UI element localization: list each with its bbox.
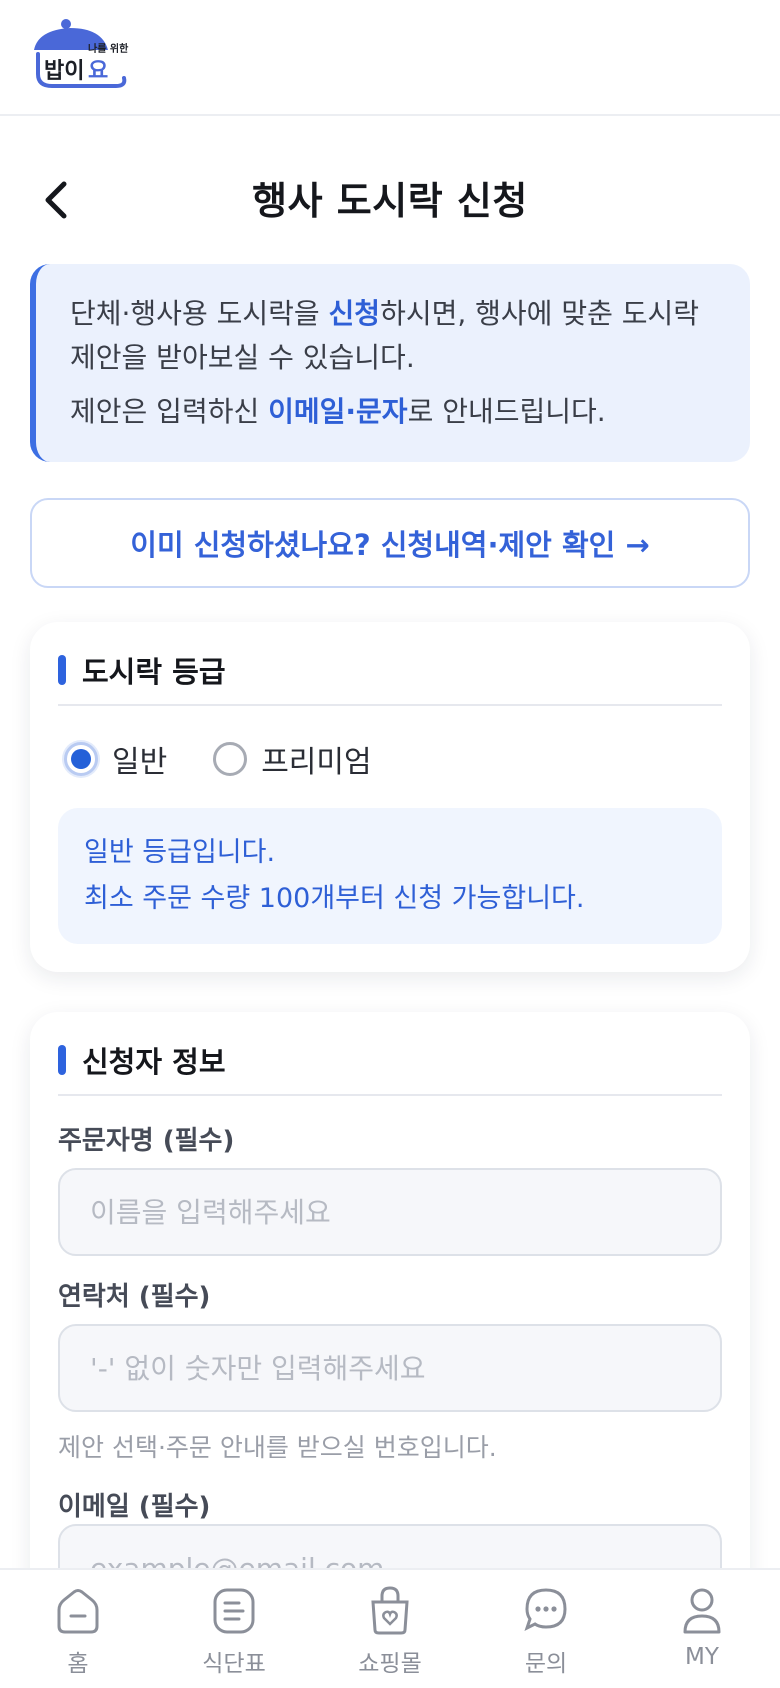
divider [58,704,722,706]
notice-text: 로 안내드립니다. [407,395,606,428]
name-input[interactable] [58,1168,722,1256]
nav-item-my[interactable]: MY [624,1570,780,1688]
name-field-label: 주문자명 (필수) [58,1126,235,1156]
divider [58,1094,722,1096]
nav-label-menu: 식단표 [202,1651,266,1677]
radio-checked-icon[interactable] [64,742,98,776]
brand-logo[interactable]: 나를 위한 밥이 요 [30,16,134,98]
nav-label-home: 홈 [67,1651,89,1677]
notice-highlight: 이메일·문자 [268,395,408,428]
logo-pot-icon: 나를 위한 밥이 요 [34,19,129,88]
notice-highlight: 신청 [328,297,381,330]
radio-option-standard[interactable]: 일반 [64,737,167,781]
page: 나를 위한 밥이 요 행사 도시락 신청 단체·행사용 도시락을 신청하시면, … [0,0,780,1688]
nav-item-home[interactable]: 홈 [0,1570,156,1688]
nav-item-inquiry[interactable]: 문의 [468,1570,624,1688]
radio-option-premium[interactable]: 프리미엄 [213,737,372,781]
email-field-label: 이메일 (필수) [58,1492,211,1522]
grade-info-line-1: 일반 등급입니다. [84,837,276,868]
svg-text:밥이: 밥이 [44,59,84,84]
nav-label-shop: 쇼핑몰 [358,1651,422,1677]
grade-radio-group: 일반 프리미엄 [64,736,418,782]
notice-text: 단체·행사용 도시락을 [70,297,329,330]
section-title-applicant: 신청자 정보 [82,1045,226,1079]
check-history-link[interactable]: 이미 신청하셨나요? 신청내역·제안 확인 → [30,498,750,588]
section-accent-bar [58,1045,66,1075]
section-header: 신청자 정보 [58,1038,226,1082]
radio-unchecked-icon[interactable] [213,742,248,776]
chat-icon [521,1584,571,1638]
grade-card: 도시락 등급 일반 프리미엄 일반 등급입니다. 최소 주문 수량 100개부터… [30,622,750,972]
grade-info-line-2: 최소 주문 수량 100개부터 신청 가능합니다. [84,883,585,914]
phone-field-label: 연락처 (필수) [58,1282,211,1312]
app-header: 나를 위한 밥이 요 [0,0,780,116]
radio-label-premium: 프리미엄 [261,745,372,780]
section-accent-bar [58,655,66,685]
notice-line-1: 단체·행사용 도시락을 신청하시면, 행사에 맞춘 도시락 제안을 받아보실 수… [70,292,716,380]
notice-text: 제안은 입력하신 [70,395,269,428]
nav-label-inquiry: 문의 [524,1651,568,1677]
bottom-nav: 홈 식단표 쇼핑몰 문의 MY [0,1568,780,1688]
section-header: 도시락 등급 [58,648,226,692]
phone-input[interactable] [58,1324,722,1412]
grade-info-box: 일반 등급입니다. 최소 주문 수량 100개부터 신청 가능합니다. [58,808,722,944]
home-icon [53,1584,103,1638]
shopping-bag-icon [365,1584,415,1638]
radio-dot [71,749,91,769]
nav-item-shop[interactable]: 쇼핑몰 [312,1570,468,1688]
radio-label-standard: 일반 [112,745,168,780]
profile-icon [677,1584,727,1638]
nav-item-menu[interactable]: 식단표 [156,1570,312,1688]
page-title: 행사 도시락 신청 [252,179,528,223]
menu-list-icon [209,1584,259,1638]
nav-label-my: MY [685,1644,719,1670]
info-notice: 단체·행사용 도시락을 신청하시면, 행사에 맞춘 도시락 제안을 받아보실 수… [30,264,750,462]
section-title-grade: 도시락 등급 [82,655,226,689]
notice-line-2: 제안은 입력하신 이메일·문자로 안내드립니다. [70,390,716,434]
phone-help-text: 제안 선택·주문 안내를 받으실 번호입니다. [58,1433,497,1462]
svg-text:나를 위한: 나를 위한 [88,42,129,55]
svg-text:요: 요 [88,59,108,84]
